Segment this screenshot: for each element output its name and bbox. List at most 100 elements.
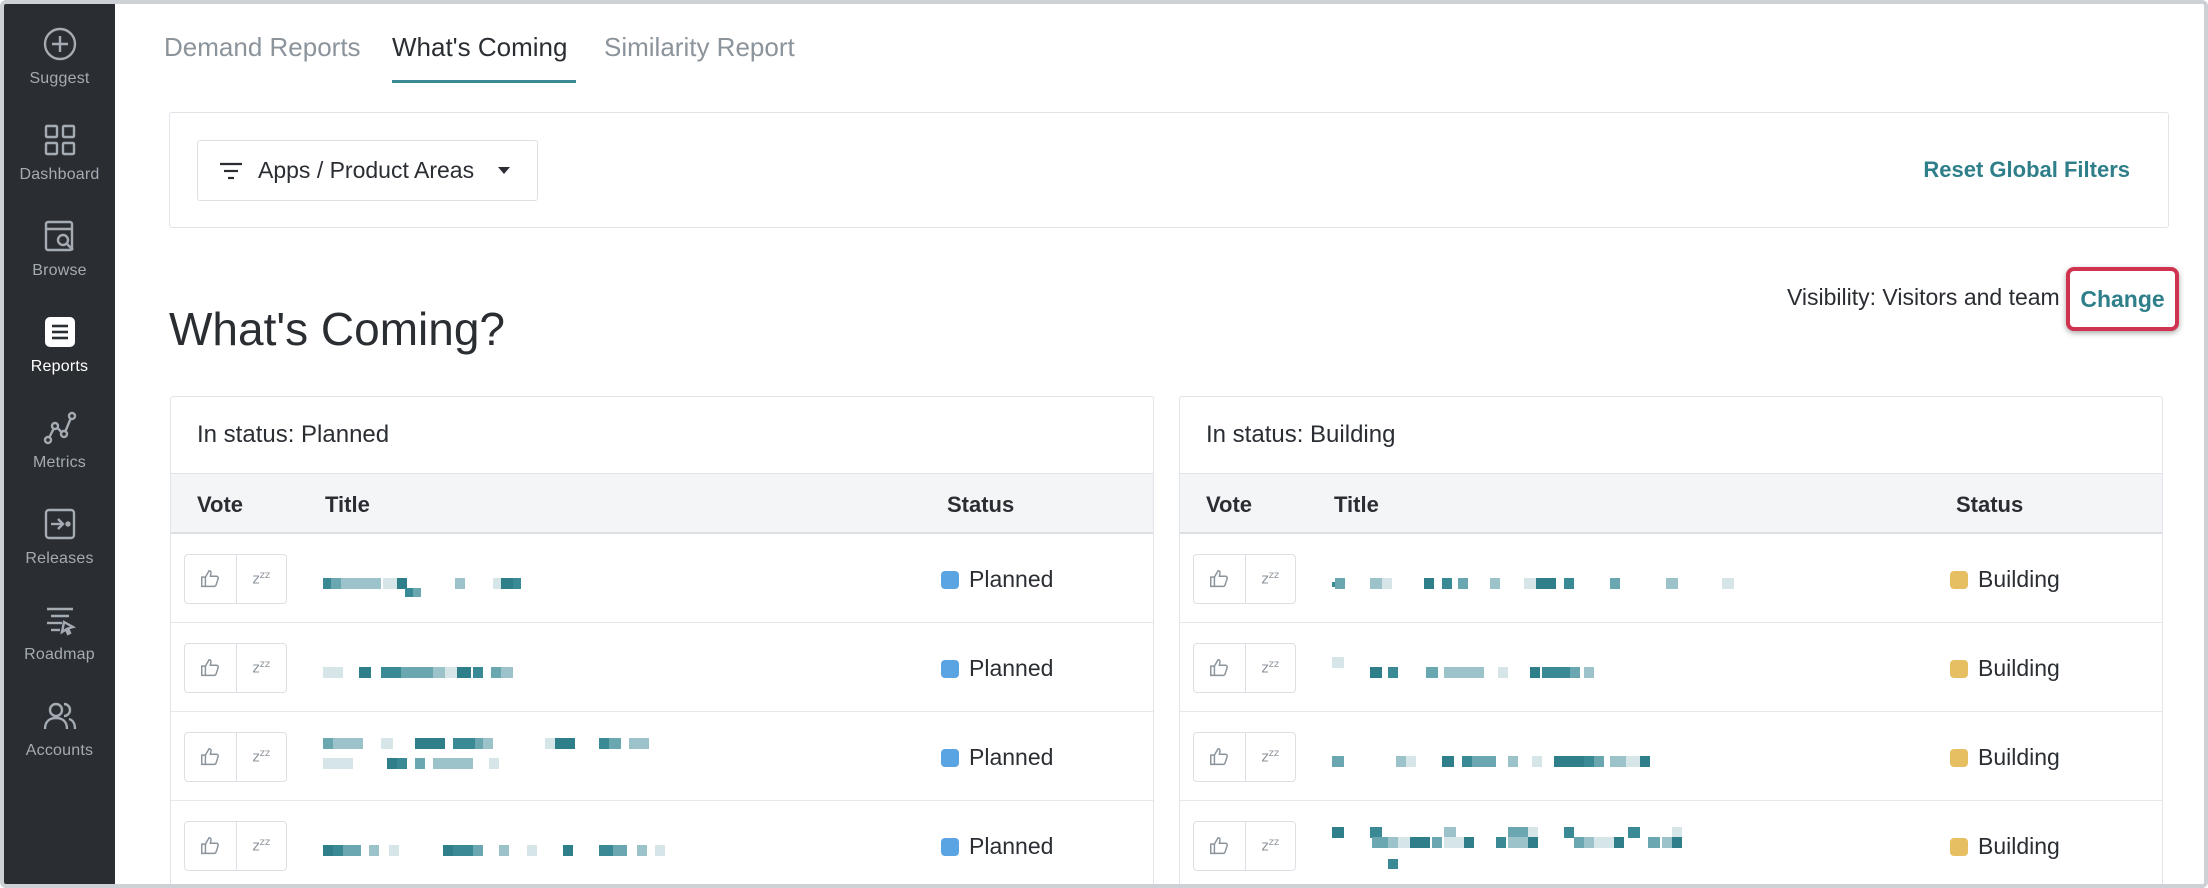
page-title: What's Coming? bbox=[169, 303, 506, 355]
feature-title-link[interactable] bbox=[1332, 823, 1892, 870]
upvote-button[interactable] bbox=[1194, 555, 1245, 603]
snooze-button[interactable]: zzz bbox=[235, 822, 287, 870]
upvote-button[interactable] bbox=[185, 644, 236, 692]
snooze-button[interactable]: zzz bbox=[1244, 644, 1296, 692]
thumbs-up-icon bbox=[1210, 837, 1229, 855]
feature-title-link[interactable] bbox=[323, 835, 883, 865]
sidebar-item-dashboard[interactable]: Dashboard bbox=[4, 100, 115, 196]
snooze-button[interactable]: zzz bbox=[1244, 555, 1296, 603]
redacted-block bbox=[331, 578, 341, 589]
snooze-button[interactable]: zzz bbox=[235, 555, 287, 603]
sidebar-item-label: Reports bbox=[30, 358, 89, 375]
sidebar-item-browse[interactable]: Browse bbox=[4, 196, 115, 292]
sidebar-item-accounts[interactable]: Accounts bbox=[4, 676, 115, 772]
status-dot bbox=[941, 748, 959, 767]
vote-button-group: zzz bbox=[184, 821, 287, 871]
feature-title-link[interactable] bbox=[323, 734, 883, 780]
redacted-block bbox=[1554, 756, 1584, 767]
redacted-block bbox=[457, 667, 471, 678]
sidebar-item-reports[interactable]: Reports bbox=[4, 292, 115, 388]
redacted-title-image bbox=[323, 845, 665, 856]
snooze-button[interactable]: zzz bbox=[1244, 822, 1296, 870]
redacted-title-image bbox=[323, 578, 521, 597]
upvote-button[interactable] bbox=[1194, 644, 1245, 692]
snooze-button[interactable]: zzz bbox=[235, 644, 287, 692]
snooze-button[interactable]: zzz bbox=[235, 733, 287, 781]
redacted-block bbox=[1594, 837, 1614, 848]
redacted-block bbox=[1444, 827, 1456, 838]
redacted-block bbox=[1536, 578, 1556, 589]
upvote-button[interactable] bbox=[1194, 822, 1245, 870]
upvote-button[interactable] bbox=[185, 733, 236, 781]
table-row: zzz Planned bbox=[171, 801, 1153, 884]
upvote-button[interactable] bbox=[1194, 733, 1245, 781]
redacted-block bbox=[1444, 837, 1464, 848]
tab-whats-coming[interactable]: What's Coming bbox=[392, 32, 567, 63]
reset-global-filters-link[interactable]: Reset Global Filters bbox=[1923, 157, 2130, 183]
feature-title-link[interactable] bbox=[323, 657, 883, 687]
vote-button-group: zzz bbox=[184, 643, 287, 693]
dropdown-label: Apps / Product Areas bbox=[258, 157, 475, 183]
column-header-status: Status bbox=[947, 492, 1015, 517]
redacted-block bbox=[501, 667, 513, 678]
redacted-block bbox=[1496, 837, 1506, 848]
sidebar-item-label: Accounts bbox=[25, 742, 94, 759]
reports-list-icon bbox=[40, 312, 80, 352]
global-filter-bar: Apps / Product Areas Reset Global Filter… bbox=[169, 112, 2169, 228]
redacted-block bbox=[609, 738, 621, 749]
redacted-block bbox=[1672, 827, 1682, 838]
tab-demand-reports[interactable]: Demand Reports bbox=[164, 32, 361, 63]
thumbs-up-icon bbox=[1210, 748, 1229, 766]
redacted-block bbox=[513, 578, 521, 589]
redacted-block bbox=[1335, 578, 1345, 589]
redacted-block bbox=[323, 845, 333, 856]
redacted-block bbox=[1542, 667, 1570, 678]
feature-title-link[interactable] bbox=[1332, 746, 1892, 776]
redacted-block bbox=[383, 578, 397, 589]
status-cell: Planned bbox=[941, 566, 1053, 593]
redacted-block bbox=[433, 758, 473, 769]
redacted-block bbox=[1530, 667, 1540, 678]
tab-similarity-report[interactable]: Similarity Report bbox=[604, 32, 795, 63]
redacted-block bbox=[1370, 667, 1382, 678]
redacted-block bbox=[1528, 827, 1538, 838]
redacted-block bbox=[1722, 578, 1734, 589]
table-row: zzz Building bbox=[1180, 623, 2162, 712]
redacted-block bbox=[1372, 837, 1388, 848]
feature-title-link[interactable] bbox=[1332, 657, 1892, 687]
redacted-block bbox=[493, 578, 501, 589]
snooze-button[interactable]: zzz bbox=[1244, 733, 1296, 781]
snooze-zzz-icon: zzz bbox=[252, 659, 271, 677]
redacted-block bbox=[1464, 837, 1474, 848]
redacted-block bbox=[1508, 756, 1518, 767]
status-cell: Planned bbox=[941, 744, 1053, 771]
sidebar-item-metrics[interactable]: Metrics bbox=[4, 388, 115, 484]
status-dot bbox=[941, 570, 959, 589]
redacted-block bbox=[1388, 667, 1398, 678]
column-header-vote: Vote bbox=[1206, 492, 1253, 517]
apps-product-areas-dropdown[interactable]: Apps / Product Areas bbox=[197, 140, 538, 201]
sidebar-item-releases[interactable]: Releases bbox=[4, 484, 115, 580]
redacted-block bbox=[1508, 837, 1528, 848]
sidebar-item-suggest[interactable]: Suggest bbox=[4, 4, 115, 100]
feature-title-link[interactable] bbox=[1332, 568, 1892, 598]
redacted-title-image bbox=[323, 667, 513, 678]
change-visibility-button[interactable]: Change bbox=[2066, 267, 2179, 331]
thumbs-up-icon bbox=[1210, 659, 1229, 677]
visibility-text: Visibility: Visitors and team bbox=[1787, 284, 2060, 310]
redacted-block bbox=[1410, 837, 1430, 848]
redacted-block bbox=[1528, 837, 1538, 848]
upvote-button[interactable] bbox=[185, 555, 236, 603]
vote-button-group: zzz bbox=[184, 554, 287, 604]
metrics-graph-icon bbox=[40, 408, 80, 448]
snooze-zzz-icon: zzz bbox=[1261, 659, 1280, 677]
upvote-button[interactable] bbox=[185, 822, 236, 870]
redacted-block bbox=[655, 845, 665, 856]
redacted-block bbox=[1524, 578, 1536, 589]
sidebar-item-roadmap[interactable]: Roadmap bbox=[4, 580, 115, 676]
status-dot bbox=[1950, 570, 1968, 589]
redacted-block bbox=[343, 845, 361, 856]
feature-title-link[interactable] bbox=[323, 568, 883, 598]
browse-search-icon bbox=[40, 216, 80, 256]
redacted-block bbox=[1332, 582, 1335, 587]
